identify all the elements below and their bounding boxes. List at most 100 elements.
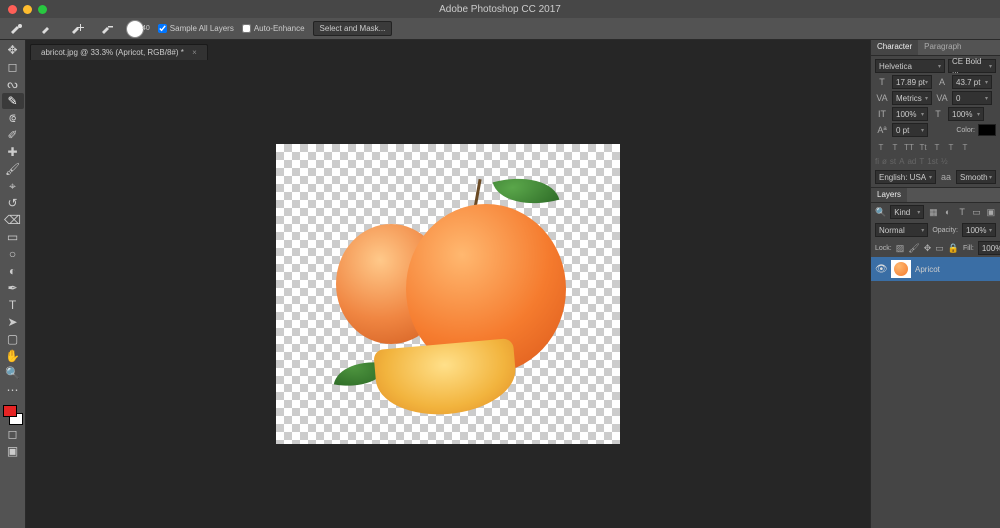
color-swatches[interactable] [3, 405, 23, 425]
pen-tool[interactable]: ✒ [2, 280, 24, 296]
layer-filter-kind-select[interactable]: Kind [890, 205, 924, 219]
lock-all-icon[interactable]: 🔒 [948, 241, 959, 255]
quick-selection-tool[interactable]: ✎ [2, 93, 24, 109]
font-size-icon: T [875, 75, 889, 89]
opentype-feature-7[interactable]: ½ [941, 157, 948, 166]
fill-label: Fill: [963, 245, 974, 252]
quick-mask-toggle[interactable]: ◻ [2, 426, 24, 442]
opentype-feature-2[interactable]: st [890, 157, 896, 166]
options-bar: 40 Sample All Layers Auto-Enhance Select… [0, 18, 1000, 40]
vertical-scale-input[interactable]: 100% [892, 107, 928, 121]
screen-mode-toggle[interactable]: ▣ [2, 443, 24, 459]
layer-thumbnail[interactable] [891, 260, 911, 278]
leading-input[interactable]: 43.7 pt [952, 75, 992, 89]
path-selection-tool[interactable]: ➤ [2, 314, 24, 330]
font-style-select[interactable]: CE Bold ... [948, 59, 996, 73]
brush-picker[interactable]: 40 [126, 20, 150, 38]
history-brush-tool[interactable]: ↺ [2, 195, 24, 211]
close-tab-icon[interactable]: × [192, 48, 197, 57]
edit-toolbar[interactable]: ⋯ [2, 382, 24, 398]
filter-smart-icon[interactable]: ▣ [986, 205, 996, 219]
opentype-feature-4[interactable]: ad [907, 157, 916, 166]
lock-pixels-icon[interactable]: 🖌 [908, 241, 919, 255]
move-tool[interactable]: ✥ [2, 42, 24, 58]
auto-enhance-checkbox[interactable]: Auto-Enhance [242, 24, 305, 33]
tracking-icon: VA [935, 91, 949, 105]
canvas[interactable] [276, 144, 620, 444]
brush-tool[interactable]: 🖌 [2, 161, 24, 177]
type-style-0[interactable]: T [875, 141, 887, 153]
filter-shape-icon[interactable]: ▭ [971, 205, 981, 219]
blend-mode-select[interactable]: Normal [875, 223, 928, 237]
hand-tool[interactable]: ✋ [2, 348, 24, 364]
lock-artboard-icon[interactable]: ▭ [935, 241, 944, 255]
lasso-tool[interactable]: ᔓ [2, 76, 24, 92]
fill-input[interactable]: 100% [978, 241, 1000, 255]
language-select[interactable]: English: USA [875, 170, 936, 184]
tab-layers[interactable]: Layers [871, 188, 907, 202]
type-style-4[interactable]: T [931, 141, 943, 153]
stamp-tool[interactable]: ⌖ [2, 178, 24, 194]
shape-tool[interactable]: ▢ [2, 331, 24, 347]
type-style-2[interactable]: TT [903, 141, 915, 153]
kerning-input[interactable]: Metrics [892, 91, 932, 105]
opentype-feature-5[interactable]: T [919, 157, 924, 166]
type-tool[interactable]: T [2, 297, 24, 313]
marquee-tool[interactable]: ◻ [2, 59, 24, 75]
filter-adjustment-icon[interactable]: ◐ [943, 205, 953, 219]
opentype-feature-6[interactable]: 1st [927, 157, 938, 166]
opentype-feature-3[interactable]: A [899, 157, 904, 166]
dodge-tool[interactable]: ◐ [2, 263, 24, 279]
opentype-feature-1[interactable]: ø [882, 157, 887, 166]
tracking-input[interactable]: 0 [952, 91, 992, 105]
type-style-3[interactable]: Tt [917, 141, 929, 153]
font-size-input[interactable]: 17.89 pt [892, 75, 932, 89]
tools-panel: ✥◻ᔓ✎⟃✐✚🖌⌖↺⌫▭○◐✒T➤▢✋🔍⋯◻▣ [0, 40, 26, 528]
type-style-1[interactable]: T [889, 141, 901, 153]
document-tab[interactable]: abricot.jpg @ 33.3% (Apricot, RGB/8#) * … [30, 44, 208, 60]
sample-all-layers-input[interactable] [158, 24, 167, 33]
minimize-window-button[interactable] [23, 5, 32, 14]
blur-tool[interactable]: ○ [2, 246, 24, 262]
crop-tool[interactable]: ⟃ [2, 110, 24, 126]
lock-position-icon[interactable]: ✥ [924, 241, 932, 255]
canvas-viewport[interactable] [26, 60, 870, 528]
add-to-selection-icon[interactable] [66, 20, 88, 38]
close-window-button[interactable] [8, 5, 17, 14]
gradient-tool[interactable]: ▭ [2, 229, 24, 245]
type-style-5[interactable]: T [945, 141, 957, 153]
select-and-mask-button[interactable]: Select and Mask... [313, 21, 393, 36]
text-color-swatch[interactable] [978, 124, 996, 136]
zoom-tool[interactable]: 🔍 [2, 365, 24, 381]
opacity-input[interactable]: 100% [962, 223, 996, 237]
layers-panel: 🔍 Kind ▦ ◐ T ▭ ▣ Normal Opacity: 100% Lo… [871, 203, 1000, 528]
new-selection-icon[interactable] [36, 20, 58, 38]
subtract-from-selection-icon[interactable] [96, 20, 118, 38]
tab-character[interactable]: Character [871, 40, 918, 55]
color-label: Color: [956, 127, 975, 134]
eraser-tool[interactable]: ⌫ [2, 212, 24, 228]
tool-preset-picker[interactable] [6, 20, 28, 38]
maximize-window-button[interactable] [38, 5, 47, 14]
type-style-6[interactable]: T [959, 141, 971, 153]
document-tab-row: abricot.jpg @ 33.3% (Apricot, RGB/8#) * … [26, 40, 870, 60]
layer-visibility-icon[interactable]: 👁 [875, 264, 887, 275]
layer-row[interactable]: 👁 Apricot [871, 257, 1000, 281]
document-tab-label: abricot.jpg @ 33.3% (Apricot, RGB/8#) * [41, 48, 184, 57]
opentype-feature-0[interactable]: fi [875, 157, 879, 166]
tab-paragraph[interactable]: Paragraph [918, 40, 967, 55]
anti-alias-select[interactable]: Smooth [956, 170, 996, 184]
horizontal-scale-input[interactable]: 100% [948, 107, 984, 121]
filter-pixel-icon[interactable]: ▦ [928, 205, 938, 219]
opacity-label: Opacity: [932, 227, 958, 234]
healing-brush-tool[interactable]: ✚ [2, 144, 24, 160]
auto-enhance-input[interactable] [242, 24, 251, 33]
sample-all-layers-checkbox[interactable]: Sample All Layers [158, 24, 234, 33]
eyedropper-tool[interactable]: ✐ [2, 127, 24, 143]
foreground-color-swatch[interactable] [3, 405, 17, 417]
anti-alias-icon: aa [939, 170, 953, 184]
font-family-select[interactable]: Helvetica [875, 59, 945, 73]
lock-transparency-icon[interactable]: ▨ [896, 241, 905, 255]
filter-type-layer-icon[interactable]: T [957, 205, 967, 219]
baseline-shift-input[interactable]: 0 pt [892, 123, 928, 137]
